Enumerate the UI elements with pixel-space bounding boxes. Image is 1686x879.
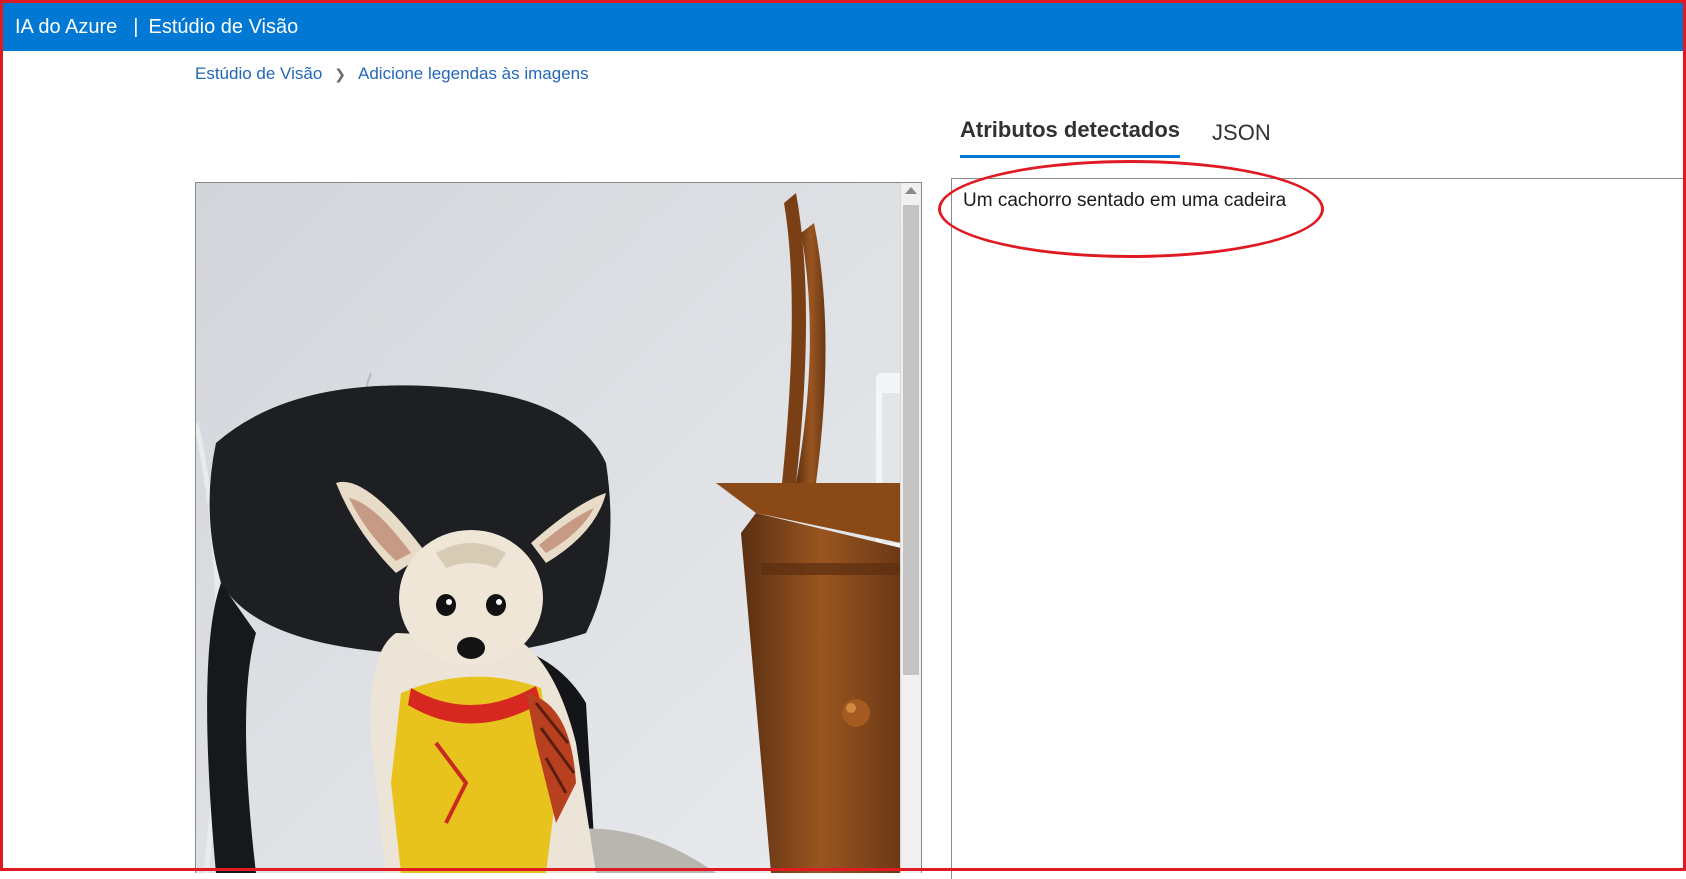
product-name-link[interactable]: Estúdio de Visão: [149, 16, 299, 39]
image-scrollbar[interactable]: [900, 183, 921, 873]
scroll-up-icon[interactable]: [905, 187, 917, 194]
chevron-right-icon: ❯: [334, 65, 347, 82]
breadcrumb-current-link[interactable]: Adicione legendas às imagens: [358, 64, 589, 84]
breadcrumb: Estúdio de Visão ❯ Adicione legendas às …: [195, 64, 589, 84]
detected-caption: Um cachorro sentado em uma cadeira: [963, 190, 1287, 211]
results-panel: [951, 178, 1686, 879]
tab-json[interactable]: JSON: [1212, 120, 1271, 158]
header-separator: |: [133, 15, 139, 38]
results-tabs: Atributos detectados JSON: [960, 117, 1271, 158]
uploaded-image-panel: [195, 182, 922, 873]
scroll-thumb[interactable]: [903, 205, 919, 675]
tab-detected-attributes[interactable]: Atributos detectados: [960, 117, 1181, 158]
brand-link[interactable]: IA do Azure: [15, 16, 117, 39]
dog-on-chair-image: [196, 183, 901, 873]
top-bar: IA do Azure | Estúdio de Visão: [3, 3, 1683, 51]
breadcrumb-home-link[interactable]: Estúdio de Visão: [195, 64, 322, 84]
